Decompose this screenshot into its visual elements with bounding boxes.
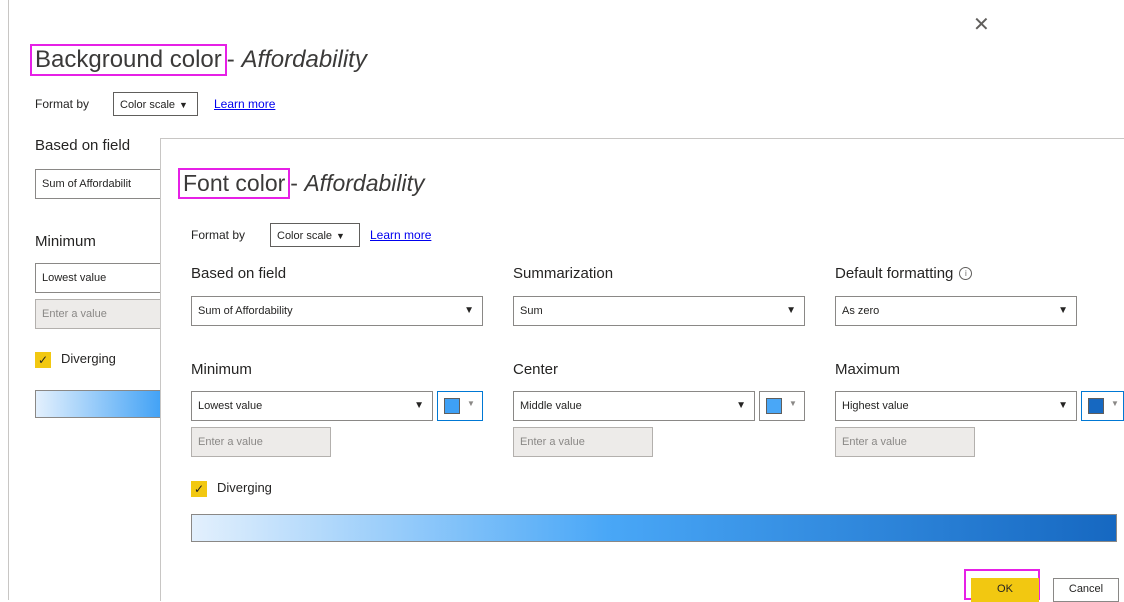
center-value: Middle value <box>520 400 582 412</box>
based-on-field-select[interactable]: Sum of Affordability ▼ <box>191 296 483 326</box>
minimum-input: Enter a value <box>35 299 165 329</box>
cancel-button[interactable]: Cancel <box>1053 578 1119 602</box>
center-input-placeholder: Enter a value <box>520 436 585 448</box>
center-label: Center <box>513 361 559 378</box>
font-dialog-title: Font color - Affordability <box>178 168 425 199</box>
minimum-color-picker[interactable]: ▼ <box>437 391 483 421</box>
title-highlight-box: Background color <box>30 44 227 76</box>
center-input: Enter a value <box>513 427 653 457</box>
maximum-color-swatch <box>1088 398 1104 414</box>
center-color-picker[interactable]: ▼ <box>759 391 805 421</box>
ok-button[interactable]: OK <box>971 578 1039 602</box>
summarization-value: Sum <box>520 305 543 317</box>
chevron-down-icon: ▼ <box>1111 399 1119 408</box>
format-by-select-value: Color scale <box>277 230 333 242</box>
maximum-input: Enter a value <box>835 427 975 457</box>
chevron-down-icon: ▼ <box>1058 305 1068 316</box>
chevron-down-icon: ▼ <box>736 400 746 411</box>
chevron-down-icon: ▼ <box>786 305 796 316</box>
chevron-down-icon: ▼ <box>1058 400 1068 411</box>
chevron-down-icon: ▼ <box>336 231 345 241</box>
format-by-label: Format by <box>191 228 246 242</box>
summarization-label: Summarization <box>513 265 614 282</box>
minimum-value: Lowest value <box>198 400 263 412</box>
format-by-label: Format by <box>35 97 90 111</box>
minimum-value: Lowest value <box>42 272 107 284</box>
format-by-select[interactable]: Color scale ▼ <box>270 223 360 247</box>
background-dialog-title: Background color - Affordability <box>30 44 367 76</box>
format-by-select[interactable]: Color scale ▼ <box>113 92 198 116</box>
based-on-field-value: Sum of Affordabilit <box>42 178 132 190</box>
maximum-color-picker[interactable]: ▼ <box>1081 391 1124 421</box>
based-on-field-label: Based on field <box>35 137 131 154</box>
minimum-input-placeholder: Enter a value <box>198 436 263 448</box>
title-highlight-box: Font color <box>178 168 291 199</box>
info-icon[interactable]: i <box>959 267 973 280</box>
background-gradient-preview <box>35 390 165 418</box>
chevron-down-icon: ▼ <box>179 100 188 110</box>
chevron-down-icon: ▼ <box>414 400 424 411</box>
minimum-input: Enter a value <box>191 427 331 457</box>
minimum-select[interactable]: Lowest value <box>35 263 165 293</box>
based-on-field-label: Based on field <box>191 265 287 282</box>
checkbox-checked-icon[interactable]: ✓ <box>191 481 207 497</box>
close-icon[interactable]: ✕ <box>973 12 990 37</box>
checkbox-checked-icon[interactable]: ✓ <box>35 352 51 368</box>
learn-more-link[interactable]: Learn more <box>214 97 275 111</box>
minimum-select[interactable]: Lowest value ▼ <box>191 391 433 421</box>
maximum-select[interactable]: Highest value ▼ <box>835 391 1077 421</box>
default-formatting-text: Default formatting <box>835 265 954 282</box>
minimum-input-placeholder: Enter a value <box>42 308 107 320</box>
default-formatting-label: Default formatting i <box>835 265 973 282</box>
summarization-select[interactable]: Sum ▼ <box>513 296 805 326</box>
center-color-swatch <box>766 398 782 414</box>
based-on-field-value: Sum of Affordability <box>198 305 293 317</box>
font-title-main: Font color <box>183 170 286 196</box>
background-title-main: Background color <box>35 46 222 73</box>
learn-more-link[interactable]: Learn more <box>370 228 431 242</box>
minimum-label: Minimum <box>191 361 252 378</box>
title-separator: - <box>226 46 242 73</box>
title-separator: - <box>290 170 305 196</box>
chevron-down-icon: ▼ <box>464 305 474 316</box>
maximum-value: Highest value <box>842 400 909 412</box>
diverging-label: Diverging <box>61 351 116 366</box>
chevron-down-icon: ▼ <box>467 399 475 408</box>
diverging-label: Diverging <box>217 480 272 495</box>
chevron-down-icon: ▼ <box>789 399 797 408</box>
center-select[interactable]: Middle value ▼ <box>513 391 755 421</box>
minimum-label: Minimum <box>35 233 96 250</box>
font-title-field: Affordability <box>304 170 425 196</box>
format-by-select-value: Color scale <box>120 99 176 111</box>
font-gradient-preview <box>191 514 1117 542</box>
maximum-label: Maximum <box>835 361 901 378</box>
default-formatting-value: As zero <box>842 305 880 317</box>
default-formatting-select[interactable]: As zero ▼ <box>835 296 1077 326</box>
maximum-input-placeholder: Enter a value <box>842 436 907 448</box>
based-on-field-select[interactable]: Sum of Affordabilit <box>35 169 165 199</box>
background-title-field: Affordability <box>241 46 367 73</box>
minimum-color-swatch <box>444 398 460 414</box>
